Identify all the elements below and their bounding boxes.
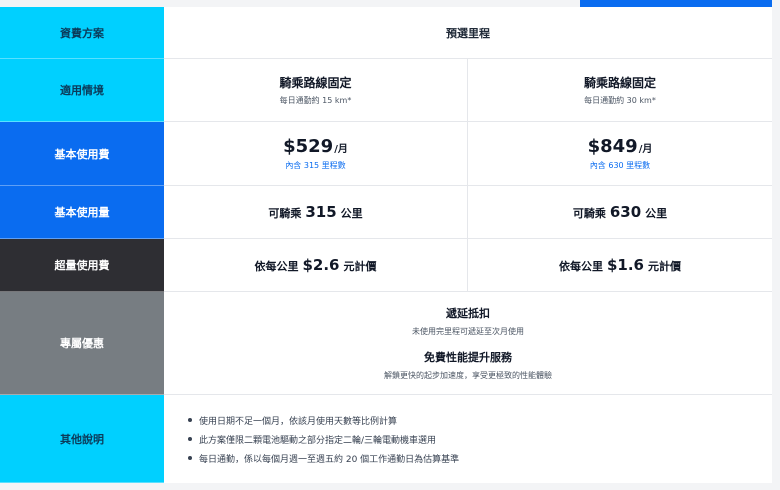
overage-rate: $2.6 — [302, 256, 340, 274]
row-label-scenario: 適用情境 — [0, 59, 164, 122]
overage-suffix: 元計價 — [343, 260, 377, 273]
scenario-title: 騎乘路線固定 — [583, 76, 656, 90]
list-item: 使用日期不足一個月，依該月使用天數等比例計算 — [188, 411, 772, 430]
row-label-base-fee: 基本使用費 — [0, 122, 164, 186]
benefit-item: 遞延抵扣 未使用完里程可遞延至次月使用 — [412, 305, 524, 337]
price-line: $849 /月 — [588, 136, 653, 157]
price-line: $529 /月 — [283, 136, 348, 157]
top-accent-bar — [580, 0, 772, 7]
base-fee-cell-1: $529 /月 內含 315 里程數 — [164, 122, 468, 186]
scenario-title: 騎乘路線固定 — [279, 76, 352, 90]
usage-prefix: 可騎乘 — [572, 207, 606, 220]
overage-rate: $1.6 — [606, 256, 644, 274]
usage-line: 可騎乘 315 公里 — [268, 203, 362, 221]
usage-suffix: 公里 — [340, 207, 363, 220]
benefit-title: 遞延抵扣 — [446, 307, 490, 320]
benefit-title: 免費性能提升服務 — [424, 351, 512, 364]
bullet-icon — [188, 456, 192, 460]
benefit-desc: 解鎖更快的起步加速度，享受更極致的性能體驗 — [384, 371, 552, 380]
row-label-overage: 超量使用費 — [0, 239, 164, 292]
scenario-desc: 每日通勤約 15 km* — [279, 96, 352, 105]
price-amount: $529 — [283, 136, 334, 157]
benefit-item: 免費性能提升服務 解鎖更快的起步加速度，享受更極致的性能體驗 — [384, 349, 552, 381]
pricing-table: 資費方案 預選里程 適用情境 騎乘路線固定 每日通勤約 15 km* 騎乘路線固… — [0, 7, 772, 483]
overage-line: 依每公里 $2.6 元計價 — [254, 256, 376, 274]
bullet-icon — [188, 437, 192, 441]
price-unit: /月 — [334, 144, 348, 155]
base-usage-cell-1: 可騎乘 315 公里 — [164, 186, 468, 239]
overage-suffix: 元計價 — [648, 260, 681, 273]
usage-prefix: 可騎乘 — [268, 207, 302, 220]
scenario-desc: 每日通勤約 30 km* — [584, 96, 656, 105]
price-amount: $849 — [587, 136, 638, 157]
row-label-notes: 其他說明 — [0, 395, 164, 483]
scenario-cell-1: 騎乘路線固定 每日通勤約 15 km* — [164, 59, 468, 122]
scenario-cell-2: 騎乘路線固定 每日通勤約 30 km* — [468, 59, 772, 122]
base-usage-cell-2: 可騎乘 630 公里 — [468, 186, 772, 239]
usage-amount: 315 — [305, 203, 337, 221]
bullet-icon — [188, 418, 192, 422]
note-text: 使用日期不足一個月，依該月使用天數等比例計算 — [199, 416, 398, 427]
base-fee-cell-2: $849 /月 內含 630 里程數 — [468, 122, 772, 186]
plan-name: 預選里程 — [446, 26, 490, 40]
overage-line: 依每公里 $1.6 元計價 — [559, 256, 681, 274]
benefits-cell: 遞延抵扣 未使用完里程可遞延至次月使用 免費性能提升服務 解鎖更快的起步加速度，… — [164, 292, 772, 395]
price-unit: /月 — [638, 144, 653, 155]
plan-name-cell: 預選里程 — [164, 7, 772, 59]
notes-list: 使用日期不足一個月，依該月使用天數等比例計算 此方案僅限二顆電池驅動之部分指定二… — [164, 395, 772, 483]
overage-cell-1: 依每公里 $2.6 元計價 — [164, 239, 468, 292]
row-label-base-usage: 基本使用量 — [0, 186, 164, 239]
benefit-desc: 未使用完里程可遞延至次月使用 — [412, 327, 524, 336]
included-mileage: 內含 630 里程數 — [589, 161, 651, 170]
note-text: 每日通勤，係以每個月週一至週五約 20 個工作通勤日為估算基準 — [199, 454, 460, 465]
usage-suffix: 公里 — [645, 207, 668, 220]
note-text: 此方案僅限二顆電池驅動之部分指定二輪/三輪電動機車選用 — [199, 435, 437, 446]
row-label-plan: 資費方案 — [0, 7, 164, 59]
overage-prefix: 依每公里 — [254, 260, 299, 273]
usage-amount: 630 — [609, 203, 642, 221]
list-item: 此方案僅限二顆電池驅動之部分指定二輪/三輪電動機車選用 — [188, 430, 772, 449]
row-label-benefits: 專屬優惠 — [0, 292, 164, 395]
included-mileage: 內含 315 里程數 — [285, 161, 346, 170]
list-item: 每日通勤，係以每個月週一至週五約 20 個工作通勤日為估算基準 — [188, 449, 772, 468]
overage-prefix: 依每公里 — [558, 260, 603, 273]
overage-cell-2: 依每公里 $1.6 元計價 — [468, 239, 772, 292]
usage-line: 可騎乘 630 公里 — [573, 203, 667, 221]
